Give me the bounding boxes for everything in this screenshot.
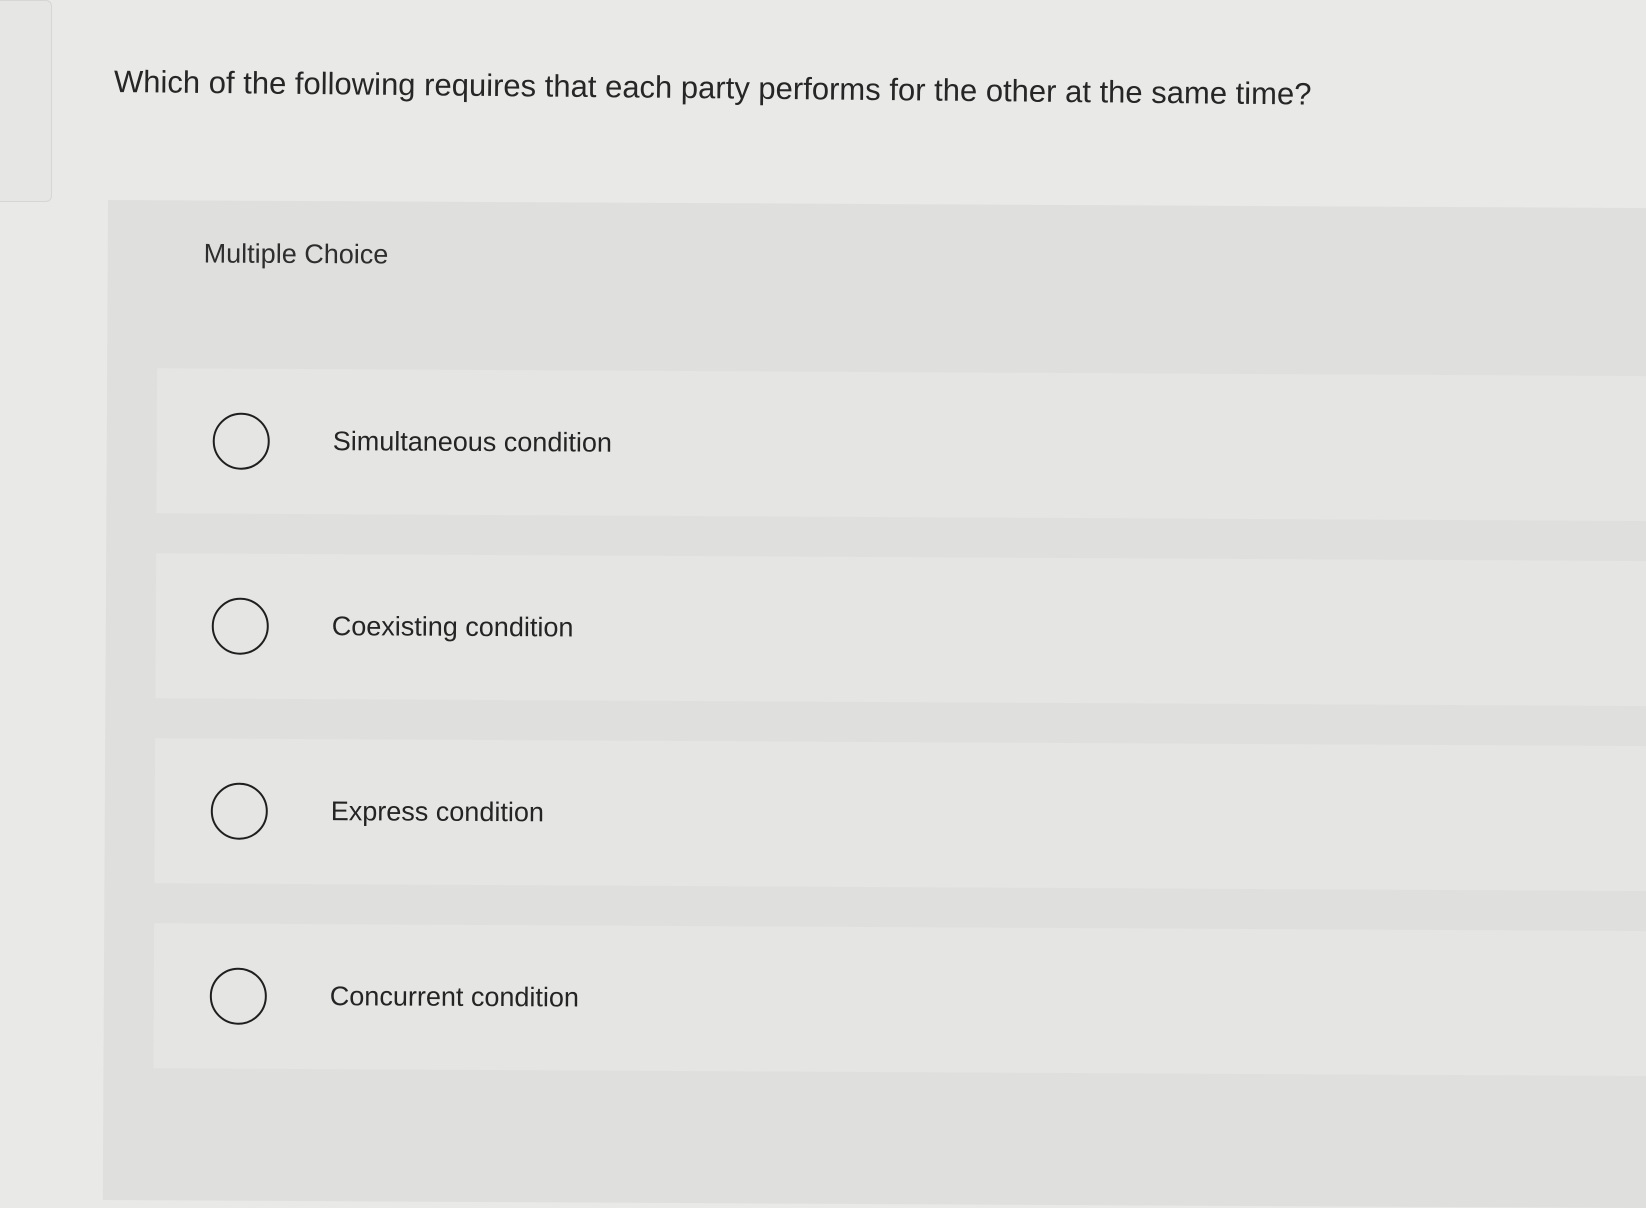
option-express-condition[interactable]: Express condition (154, 738, 1646, 892)
question-type-label: Multiple Choice (203, 238, 389, 270)
radio-button-icon[interactable] (211, 597, 269, 655)
radio-button-icon[interactable] (210, 782, 268, 840)
option-coexisting-condition[interactable]: Coexisting condition (155, 553, 1646, 707)
option-label: Express condition (330, 796, 545, 828)
option-concurrent-condition[interactable]: Concurrent condition (153, 923, 1646, 1077)
option-label: Simultaneous condition (332, 426, 613, 458)
option-label: Coexisting condition (331, 611, 574, 643)
option-label: Concurrent condition (329, 981, 580, 1013)
left-edge-panel (0, 0, 52, 202)
option-simultaneous-condition[interactable]: Simultaneous condition (156, 368, 1646, 522)
radio-button-icon[interactable] (212, 412, 270, 470)
multiple-choice-panel: Multiple Choice Simultaneous condition C… (102, 200, 1646, 1208)
question-text: Which of the following requires that eac… (113, 64, 1312, 112)
radio-button-icon[interactable] (209, 967, 267, 1025)
